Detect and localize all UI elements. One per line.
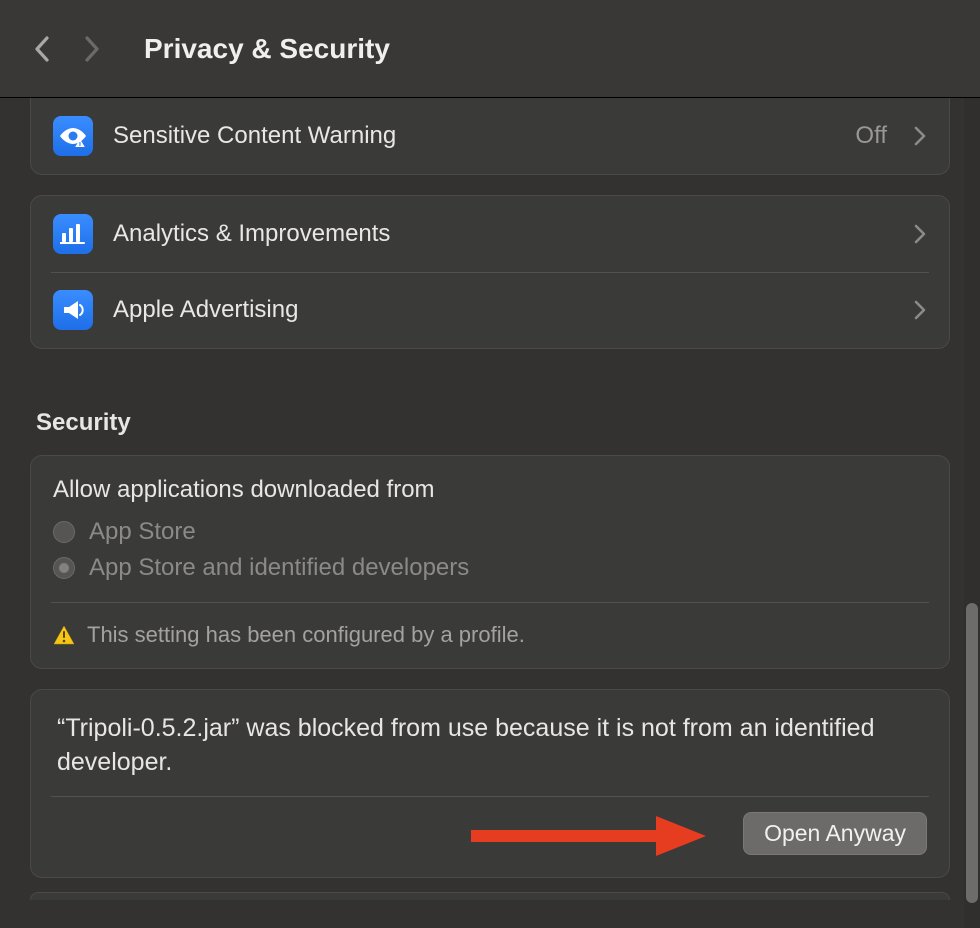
bar-chart-icon — [53, 214, 93, 254]
svg-text:!: ! — [79, 141, 82, 147]
content-area: ! Sensitive Content Warning Off Analytic… — [0, 98, 980, 928]
chevron-right-icon — [913, 223, 927, 245]
scrollbar-thumb[interactable] — [966, 603, 978, 903]
security-heading: Security — [36, 409, 944, 437]
back-button[interactable] — [30, 37, 54, 61]
row-sensitive-content[interactable]: ! Sensitive Content Warning Off — [31, 98, 949, 174]
row-apple-advertising[interactable]: Apple Advertising — [31, 272, 949, 348]
nav-arrows — [30, 37, 104, 61]
chevron-right-icon — [913, 299, 927, 321]
row-value: Off — [855, 122, 887, 150]
allow-apps-title: Allow applications downloaded from — [53, 476, 927, 504]
chevron-right-icon — [84, 36, 100, 62]
blocked-message: “Tripoli-0.5.2.jar” was blocked from use… — [31, 690, 949, 796]
radio-label: App Store and identified developers — [89, 554, 469, 582]
megaphone-icon — [53, 290, 93, 330]
profile-warning-row: This setting has been configured by a pr… — [31, 602, 949, 668]
panel-next-peek — [30, 892, 950, 900]
chevron-right-icon — [913, 125, 927, 147]
radio-icon — [53, 557, 75, 579]
row-label: Apple Advertising — [113, 296, 893, 324]
row-label: Sensitive Content Warning — [113, 122, 835, 150]
open-anyway-row: Open Anyway — [31, 796, 949, 877]
chevron-left-icon — [34, 36, 50, 62]
radio-app-store[interactable]: App Store — [53, 518, 927, 546]
row-analytics[interactable]: Analytics & Improvements — [31, 196, 949, 272]
open-anyway-button[interactable]: Open Anyway — [743, 812, 927, 855]
radio-app-store-identified[interactable]: App Store and identified developers — [53, 554, 927, 582]
scrollbar-track[interactable] — [964, 98, 980, 928]
panel-blocked-app: “Tripoli-0.5.2.jar” was blocked from use… — [30, 689, 950, 878]
warning-triangle-icon — [53, 625, 75, 645]
panel-sensitive-content: ! Sensitive Content Warning Off — [30, 98, 950, 175]
header: Privacy & Security — [0, 0, 980, 98]
annotation-arrow-icon — [461, 811, 711, 861]
profile-warning-text: This setting has been configured by a pr… — [87, 622, 525, 648]
allow-apps-block: Allow applications downloaded from App S… — [31, 456, 949, 602]
eye-warning-icon: ! — [53, 116, 93, 156]
forward-button[interactable] — [80, 37, 104, 61]
radio-label: App Store — [89, 518, 196, 546]
panel-analytics-ads: Analytics & Improvements Apple Advertisi… — [30, 195, 950, 349]
radio-icon — [53, 521, 75, 543]
row-label: Analytics & Improvements — [113, 220, 893, 248]
page-title: Privacy & Security — [144, 33, 390, 65]
panel-allow-applications: Allow applications downloaded from App S… — [30, 455, 950, 669]
